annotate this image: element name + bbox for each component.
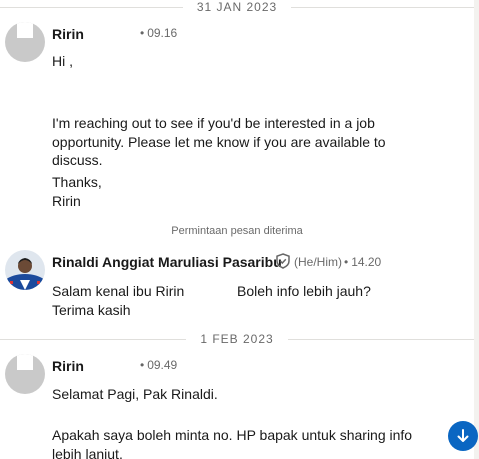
message-text: Hi , bbox=[52, 53, 73, 69]
message-text: Thanks, bbox=[52, 174, 102, 190]
message-time: • 09.16 bbox=[140, 26, 178, 40]
message-text: Boleh info lebih jauh? bbox=[237, 283, 371, 299]
pronouns: (He/Him) bbox=[294, 255, 342, 269]
arrow-down-icon bbox=[457, 429, 469, 442]
sender-name[interactable]: Ririn bbox=[52, 358, 84, 374]
message-text: discuss. bbox=[52, 152, 103, 168]
message-text: Selamat Pagi, Pak Rinaldi. bbox=[52, 386, 218, 402]
message-text: lebih lanjut. bbox=[52, 446, 123, 459]
date-label: 1 FEB 2023 bbox=[200, 332, 274, 346]
date-separator: 31 JAN 2023 bbox=[0, 0, 475, 16]
avatar[interactable] bbox=[5, 22, 45, 62]
avatar[interactable] bbox=[5, 354, 45, 394]
message-text: Terima kasih bbox=[52, 302, 131, 318]
sender-name[interactable]: Ririn bbox=[52, 26, 84, 42]
message-text: Salam kenal ibu Ririn bbox=[52, 283, 185, 299]
message-text: Apakah saya boleh minta no. HP bapak unt… bbox=[52, 427, 413, 443]
avatar-photo bbox=[5, 250, 45, 290]
system-note: Permintaan pesan diterima bbox=[171, 225, 303, 237]
sender-name[interactable]: Rinaldi Anggiat Maruliasi Pasaribu bbox=[52, 254, 282, 270]
scroll-to-bottom-button[interactable] bbox=[448, 421, 478, 451]
scrollbar[interactable] bbox=[474, 0, 479, 459]
message-time: • 14.20 bbox=[344, 255, 382, 269]
message-text: I'm reaching out to see if you'd be inte… bbox=[52, 115, 375, 131]
message-text: Ririn bbox=[52, 193, 81, 209]
shield-check-icon bbox=[276, 253, 290, 269]
message-time: • 09.49 bbox=[140, 358, 178, 372]
date-separator: 1 FEB 2023 bbox=[0, 330, 474, 348]
date-label: 31 JAN 2023 bbox=[196, 0, 278, 14]
message-text: opportunity. Please let me know if you a… bbox=[52, 134, 386, 150]
avatar[interactable] bbox=[5, 250, 45, 290]
